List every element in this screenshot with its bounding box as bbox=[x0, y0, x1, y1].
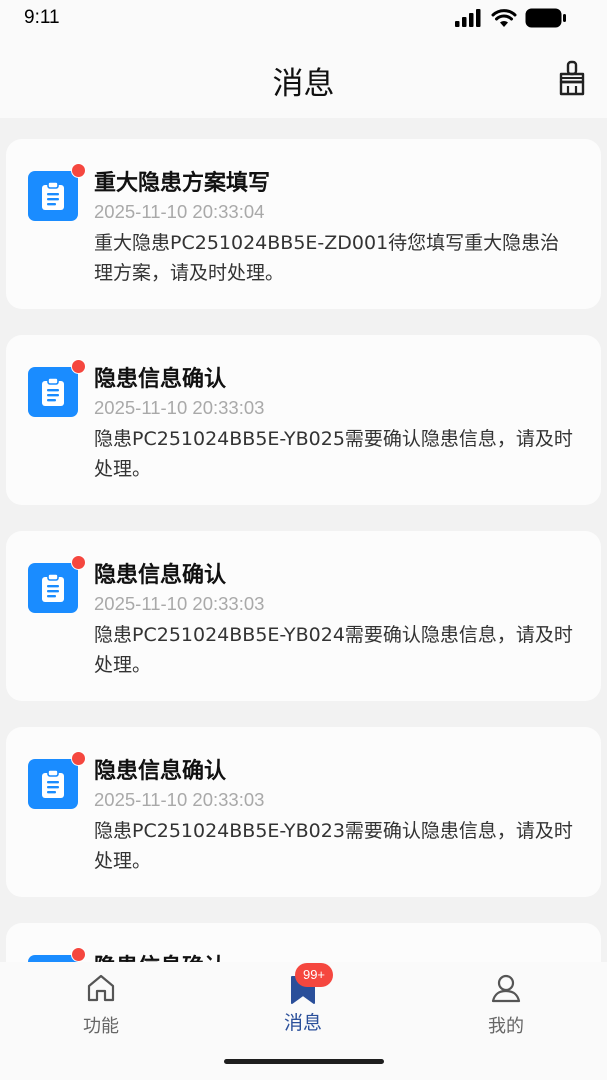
tab-mine[interactable]: 我的 bbox=[446, 962, 566, 1042]
message-icon-wrap bbox=[28, 555, 86, 613]
message-time: 2025-11-10 20:33:04 bbox=[94, 201, 265, 222]
message-card[interactable]: 隐患信息确认 bbox=[6, 923, 601, 962]
message-icon-wrap bbox=[28, 359, 86, 417]
message-body: 隐患PC251024BB5E-YB024需要确认隐患信息，请及时处理。 bbox=[94, 624, 573, 676]
tab-label: 功能 bbox=[83, 1016, 119, 1037]
message-title: 隐患信息确认 bbox=[94, 563, 227, 588]
message-time: 2025-11-10 20:33:03 bbox=[94, 593, 265, 614]
battery-icon bbox=[525, 8, 566, 28]
unread-dot bbox=[71, 947, 86, 962]
message-icon-wrap bbox=[28, 163, 86, 221]
unread-dot bbox=[71, 359, 86, 374]
clipboard-icon bbox=[28, 367, 78, 417]
message-list[interactable]: 重大隐患方案填写 2025-11-10 20:33:04 重大隐患PC25102… bbox=[0, 118, 607, 962]
page-title: 消息 bbox=[272, 66, 335, 102]
message-title: 重大隐患方案填写 bbox=[94, 171, 271, 196]
message-icon-wrap bbox=[28, 751, 86, 809]
signal-icon bbox=[455, 9, 481, 27]
broom-icon bbox=[559, 60, 585, 96]
message-time: 2025-11-10 20:33:03 bbox=[94, 789, 265, 810]
tab-label: 我的 bbox=[488, 1016, 524, 1037]
message-title: 隐患信息确认 bbox=[94, 949, 226, 962]
tab-messages[interactable]: 99+ 消息 bbox=[243, 962, 363, 1042]
clipboard-icon bbox=[28, 759, 78, 809]
message-card[interactable]: 隐患信息确认 2025-11-10 20:33:03 隐患PC251024BB5… bbox=[6, 531, 601, 701]
clipboard-icon bbox=[28, 563, 78, 613]
home-indicator bbox=[224, 1059, 384, 1064]
status-time: 9:11 bbox=[24, 7, 60, 28]
message-body: 隐患PC251024BB5E-YB023需要确认隐患信息，请及时处理。 bbox=[94, 820, 573, 872]
message-time: 2025-11-10 20:33:03 bbox=[94, 397, 265, 418]
unread-dot bbox=[71, 555, 86, 570]
message-body: 重大隐患PC251024BB5E-ZD001待您填写重大隐患治理方案，请及时处理… bbox=[94, 232, 560, 284]
tab-label: 消息 bbox=[283, 1012, 322, 1034]
home-icon bbox=[87, 974, 115, 1002]
message-title: 隐患信息确认 bbox=[94, 759, 227, 784]
unread-dot bbox=[71, 751, 86, 766]
tab-functions[interactable]: 功能 bbox=[41, 962, 161, 1042]
user-icon bbox=[491, 974, 521, 1003]
clear-messages-button[interactable] bbox=[555, 58, 589, 98]
unread-dot bbox=[71, 163, 86, 178]
message-title: 隐患信息确认 bbox=[94, 367, 227, 392]
message-card[interactable]: 隐患信息确认 2025-11-10 20:33:03 隐患PC251024BB5… bbox=[6, 727, 601, 897]
status-icons bbox=[455, 8, 567, 28]
message-icon-wrap bbox=[28, 947, 86, 962]
status-bar: 9:11 bbox=[0, 0, 607, 38]
message-card[interactable]: 隐患信息确认 2025-11-10 20:33:03 隐患PC251024BB5… bbox=[6, 335, 601, 505]
header: 消息 bbox=[0, 38, 607, 118]
message-card[interactable]: 重大隐患方案填写 2025-11-10 20:33:04 重大隐患PC25102… bbox=[6, 139, 601, 309]
unread-count-badge: 99+ bbox=[295, 963, 333, 987]
clipboard-icon bbox=[28, 171, 78, 221]
wifi-icon bbox=[491, 8, 517, 27]
message-body: 隐患PC251024BB5E-YB025需要确认隐患信息，请及时处理。 bbox=[94, 428, 573, 480]
